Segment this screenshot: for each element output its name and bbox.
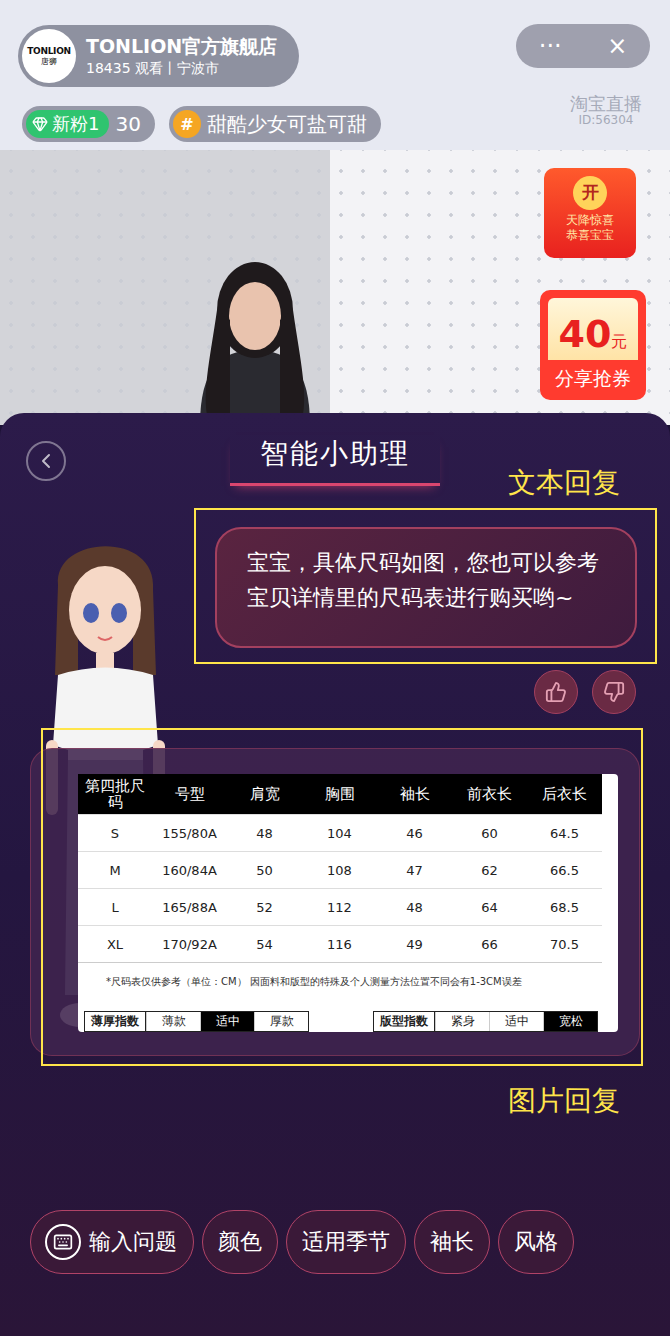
size-note: *尺码表仅供参考（单位：CM） 因面料和版型的特殊及个人测量方法位置不同会有1-…: [78, 963, 618, 989]
question-input-button[interactable]: 输入问题: [30, 1210, 194, 1274]
table-cell: 112: [302, 888, 377, 925]
table-cell: XL: [78, 925, 152, 962]
thumbs-down-icon: [603, 681, 625, 703]
table-cell: 66.5: [527, 851, 602, 888]
table-cell: L: [78, 888, 152, 925]
streamer-figure: [140, 250, 370, 425]
index-option: 紧身: [435, 1012, 489, 1031]
quick-actions: 输入问题颜色适用季节袖长风格: [0, 1210, 670, 1336]
room-controls: ··· ×: [516, 24, 650, 68]
table-cell: 60: [452, 814, 527, 851]
tag-row: 新粉130 #甜酷少女可盐可甜: [22, 106, 381, 142]
size-chart: 第四批尺码号型肩宽胸围袖长前衣长后衣长S155/80A48104466064.5…: [78, 774, 618, 1032]
table-cell: 70.5: [527, 925, 602, 962]
table-cell: S: [78, 814, 152, 851]
quick-action-chip[interactable]: 风格: [498, 1210, 574, 1274]
topic-tag[interactable]: #甜酷少女可盐可甜: [169, 106, 381, 142]
dislike-button[interactable]: [592, 670, 636, 714]
index-option: 宽松: [543, 1012, 597, 1031]
table-cell: 50: [227, 851, 302, 888]
assistant-panel: 智能小助理宝宝，具体尺码如图，您也可以参考宝贝详情里的尺码表进行购买哟~ 第四批尺…: [0, 413, 670, 1336]
quick-action-chip[interactable]: 袖长: [414, 1210, 490, 1274]
table-header-cell: 后衣长: [527, 774, 602, 814]
table-cell: 160/84A: [152, 851, 227, 888]
table-cell: 54: [227, 925, 302, 962]
store-header[interactable]: TONLION唐狮 TONLION官方旗舰店18435 观看丨宁波市: [18, 25, 299, 87]
share-coupon[interactable]: 40元分享抢券: [540, 290, 646, 400]
table-header-cell: 袖长: [377, 774, 452, 814]
table-cell: 170/92A: [152, 925, 227, 962]
keyboard-icon: [53, 1232, 73, 1252]
chevron-left-icon: [34, 449, 58, 473]
size-table: 第四批尺码号型肩宽胸围袖长前衣长后衣长S155/80A48104466064.5…: [78, 774, 602, 963]
like-button[interactable]: [534, 670, 578, 714]
index-option: 薄款: [146, 1012, 200, 1031]
table-cell: 116: [302, 925, 377, 962]
store-name: TONLION官方旗舰店: [86, 34, 277, 60]
table-cell: 62: [452, 851, 527, 888]
watermark: 淘宝直播ID:56304: [570, 94, 642, 127]
table-header-cell: 第四批尺码: [78, 774, 152, 814]
gem-icon: [32, 116, 48, 132]
quick-action-chip[interactable]: 适用季节: [286, 1210, 406, 1274]
table-cell: 64.5: [527, 814, 602, 851]
table-cell: 108: [302, 851, 377, 888]
index-option: 适中: [200, 1012, 254, 1031]
live-video: TONLION唐狮 TONLION官方旗舰店18435 观看丨宁波市 ··· × 新粉1…: [0, 0, 670, 425]
back-button[interactable]: [26, 441, 66, 481]
table-cell: 64: [452, 888, 527, 925]
annotation-label: 文本回复: [508, 464, 620, 502]
index-scale: 版型指数紧身适中宽松: [373, 1011, 598, 1032]
table-cell: M: [78, 851, 152, 888]
table-cell: 165/88A: [152, 888, 227, 925]
reply-bubble: 宝宝，具体尺码如图，您也可以参考宝贝详情里的尺码表进行购买哟~: [215, 527, 637, 648]
table-cell: 48: [227, 814, 302, 851]
table-cell: 68.5: [527, 888, 602, 925]
close-button[interactable]: ×: [607, 34, 627, 58]
index-scale: 薄厚指数薄款适中厚款: [84, 1011, 309, 1032]
table-cell: 66: [452, 925, 527, 962]
index-option: 厚款: [254, 1012, 308, 1031]
table-cell: 47: [377, 851, 452, 888]
table-header-cell: 号型: [152, 774, 227, 814]
table-cell: 46: [377, 814, 452, 851]
panel-title: 智能小助理: [230, 435, 440, 486]
image-reply-card: 第四批尺码号型肩宽胸围袖长前衣长后衣长S155/80A48104466064.5…: [30, 748, 640, 1056]
index-option: 适中: [489, 1012, 543, 1031]
thumbs-up-icon: [545, 681, 567, 703]
table-cell: 49: [377, 925, 452, 962]
table-header-cell: 胸围: [302, 774, 377, 814]
more-button[interactable]: ···: [539, 34, 562, 58]
annotation-label: 图片回复: [508, 1082, 620, 1120]
table-header-cell: 肩宽: [227, 774, 302, 814]
quick-action-chip[interactable]: 颜色: [202, 1210, 278, 1274]
table-cell: 155/80A: [152, 814, 227, 851]
store-logo: TONLION唐狮: [22, 29, 76, 83]
store-meta: 18435 观看丨宁波市: [86, 60, 277, 78]
table-header-cell: 前衣长: [452, 774, 527, 814]
fans-tag[interactable]: 新粉130: [22, 106, 155, 142]
live-room: TONLION唐狮 TONLION官方旗舰店18435 观看丨宁波市 ··· × 新粉1…: [0, 0, 670, 1336]
table-cell: 104: [302, 814, 377, 851]
table-cell: 52: [227, 888, 302, 925]
table-cell: 48: [377, 888, 452, 925]
red-envelope[interactable]: 开天降惊喜恭喜宝宝: [544, 168, 636, 258]
